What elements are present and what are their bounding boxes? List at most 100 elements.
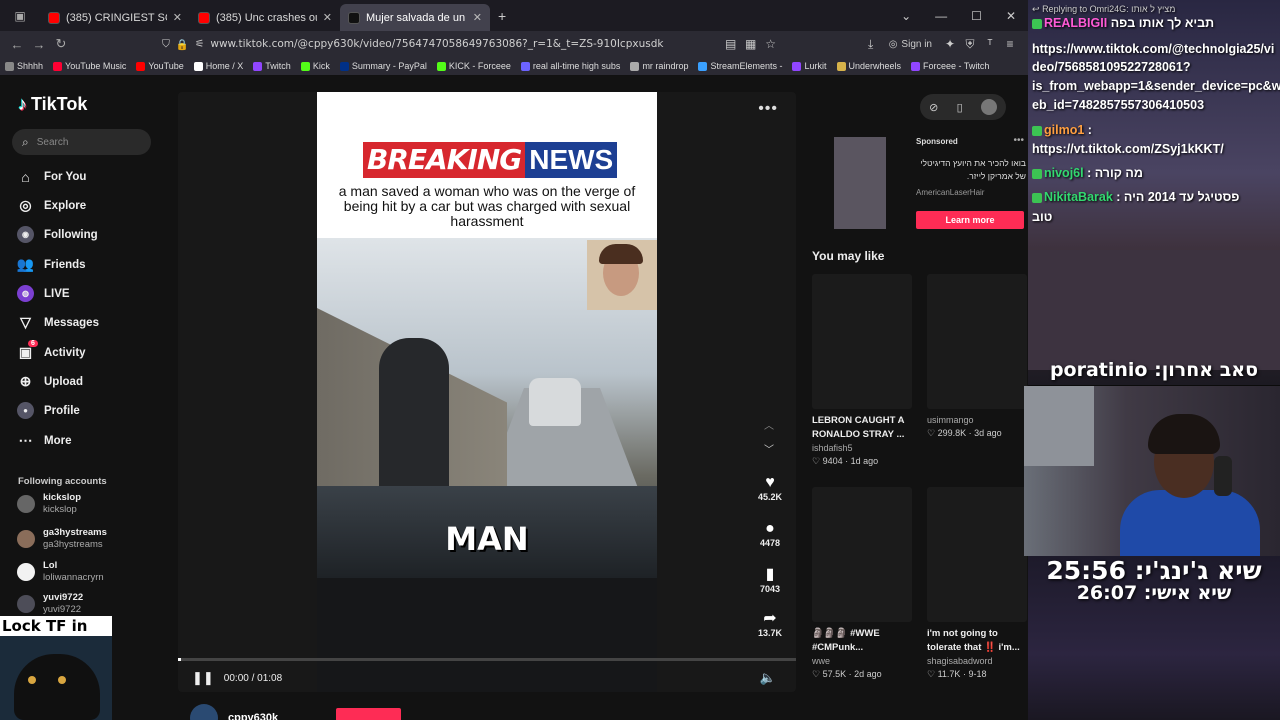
profile-icon: ●	[17, 402, 34, 419]
bookmark-item[interactable]: YouTube Music	[48, 61, 131, 71]
video-thumbnail[interactable]	[927, 274, 1027, 409]
account-names: kickslop kickslop	[43, 492, 81, 516]
translate-icon[interactable]: ᵀ	[980, 37, 1000, 51]
sidebar-item-for-you[interactable]: ⌂ For You	[17, 168, 86, 185]
bookmark-item[interactable]: Shhhh	[0, 61, 48, 71]
recommended-video-card[interactable]: LEBRON CAUGHT A RONALDO STRAY ... ishdafi…	[812, 274, 912, 468]
recommended-video-card[interactable]: i'm not going to tolerate that ‼️ i'm...…	[927, 487, 1027, 681]
download-icon[interactable]: ⤓	[861, 37, 881, 52]
chevron-up-icon[interactable]: ︿	[764, 417, 774, 432]
search-input[interactable]: ⌕ Search	[12, 129, 151, 155]
video-author[interactable]: wwe	[812, 655, 912, 667]
close-tab-icon[interactable]: ✕	[173, 11, 182, 24]
action-share[interactable]: ➦ 13.7K	[758, 608, 782, 638]
avatar[interactable]	[190, 704, 218, 720]
new-tab-button[interactable]: +	[498, 8, 506, 24]
bookmark-item[interactable]: Kick	[296, 61, 335, 71]
progress-bar[interactable]	[178, 658, 796, 661]
learn-more-button[interactable]: Learn more	[916, 211, 1024, 229]
bookmark-item[interactable]: mr raindrop	[625, 61, 693, 71]
menu-icon[interactable]: ≡	[1000, 37, 1020, 51]
compass-icon[interactable]: ⊘	[929, 101, 938, 114]
star-icon[interactable]: ☆	[761, 37, 781, 51]
video-title[interactable]: 🗿🗿🗿 #WWE #CMPunk...	[812, 627, 912, 655]
video-author[interactable]: shagisabadword	[927, 655, 1027, 667]
close-tab-icon[interactable]: ✕	[473, 11, 482, 24]
phone-icon[interactable]: ▯	[957, 101, 963, 114]
following-account[interactable]: ga3hystreams ga3hystreams	[17, 527, 107, 551]
url-field[interactable]: ⛉ 🔒 ⚟ www.tiktok.com/@cppy630k/video/756…	[162, 33, 721, 55]
cat-eye	[28, 676, 36, 684]
sidebar-item-friends[interactable]: 👥 Friends	[17, 256, 86, 273]
video-thumbnail[interactable]	[812, 274, 912, 409]
profile-avatar[interactable]	[980, 99, 997, 115]
sidebar-item-activity[interactable]: ▣ Activity 6	[17, 340, 86, 361]
recommended-video-card[interactable]: 🗿🗿🗿 #WWE #CMPunk... wwe ♡ 57.5K · 2d ago	[812, 487, 912, 681]
sidebar-item-messages[interactable]: ▽ Messages	[17, 314, 99, 331]
permissions-icon[interactable]: ⚟	[195, 38, 204, 50]
video-title[interactable]: i'm not going to tolerate that ‼️ i'm...	[927, 627, 1027, 655]
bookmark-item[interactable]: Lurkit	[787, 61, 831, 71]
video-thumbnail[interactable]	[812, 487, 912, 622]
volume-icon[interactable]: 🔈	[760, 670, 776, 686]
video-author[interactable]: ishdafish5	[812, 442, 912, 454]
video-player[interactable]: BREAKING NEWS a man saved a woman who wa…	[178, 92, 796, 692]
tab-2[interactable]: (385) Unc crashes out for buzzb ✕	[190, 4, 340, 31]
bookmark-item[interactable]: Twitch	[248, 61, 296, 71]
follow-button[interactable]	[336, 708, 401, 720]
bookmark-item[interactable]: YouTube	[131, 61, 188, 71]
sidebar-item-upload[interactable]: ⊕ Upload	[17, 373, 83, 390]
video-title[interactable]: LEBRON CAUGHT A RONALDO STRAY ...	[812, 414, 912, 442]
sidebar-item-live[interactable]: ◍ LIVE	[17, 285, 70, 302]
search-icon: ⌕	[22, 134, 29, 149]
following-account[interactable]: kickslop kickslop	[17, 492, 81, 516]
sidebar-item-explore[interactable]: ◎ Explore	[17, 197, 86, 214]
sidebar-item-following[interactable]: ◉ Following	[17, 226, 98, 243]
sign-in-button[interactable]: ◎ Sign in	[889, 39, 932, 50]
back-icon[interactable]: ←	[6, 37, 28, 52]
list-tabs-icon[interactable]: ⌄	[901, 9, 911, 23]
sidebar-item-more[interactable]: ⋯ More	[17, 432, 72, 449]
action-comment[interactable]: ● 4478	[760, 520, 780, 548]
close-window-icon[interactable]: ✕	[1006, 9, 1016, 23]
shield-icon[interactable]: ⛉	[162, 38, 170, 51]
view-count: 11.7K	[937, 669, 961, 679]
ad-image[interactable]	[834, 137, 886, 229]
reader-icon[interactable]: ▤	[721, 37, 741, 51]
following-account[interactable]: yuvi9722 yuvi9722	[17, 592, 83, 616]
minimize-icon[interactable]: —	[935, 9, 947, 23]
lock-icon: 🔒	[175, 38, 189, 51]
following-account[interactable]: Lol loliwannacryrn	[17, 560, 104, 584]
bookmark-item[interactable]: Forceee - Twitch	[906, 61, 994, 71]
tiktok-logo[interactable]: ♪ TikTok	[18, 94, 87, 115]
bookmark-item[interactable]: StreamElements -	[693, 61, 787, 71]
forward-icon[interactable]: →	[28, 37, 50, 52]
video-author[interactable]: usimmango	[927, 414, 1027, 426]
tab-1[interactable]: (385) CRINGIEST SCHOOL MOM ✕	[40, 4, 190, 31]
sidebar-item-profile[interactable]: ● Profile	[17, 402, 80, 419]
bookmark-item[interactable]: Summary - PayPal	[335, 61, 432, 71]
close-tab-icon[interactable]: ✕	[323, 11, 332, 24]
bookmark-item[interactable]: real all-time high subs	[516, 61, 626, 71]
url-text[interactable]: www.tiktok.com/@cppy630k/video/756474705…	[210, 38, 663, 50]
action-bookmark[interactable]: ▮ 7043	[760, 564, 780, 594]
tab-overview-icon[interactable]: ▣	[0, 9, 40, 23]
pause-icon[interactable]: ❚❚	[192, 670, 214, 686]
maximize-icon[interactable]: ☐	[971, 9, 982, 23]
bookmark-item[interactable]: Underwheels	[832, 61, 907, 71]
recommended-video-card[interactable]: usimmango ♡ 299.8K · 3d ago	[927, 274, 1027, 440]
chevron-down-icon[interactable]: ﹀	[764, 441, 774, 456]
ad-more-icon[interactable]: •••	[1013, 135, 1024, 146]
ublock-icon[interactable]: ⛨	[960, 37, 980, 52]
tab-3[interactable]: Mujer salvada de un accidente ✕	[340, 4, 490, 31]
author-name[interactable]: cppy630k	[228, 712, 278, 720]
extensions-icon[interactable]: ✦	[940, 37, 960, 51]
bookmark-item[interactable]: KICK - Forceee	[432, 61, 516, 71]
reload-icon[interactable]: ↻	[50, 36, 72, 52]
action-heart[interactable]: ♥ 45.2K	[758, 474, 782, 502]
bookmark-item[interactable]: Home / X	[189, 61, 249, 71]
screenshot-icon[interactable]: ▦	[741, 37, 761, 51]
video-frame[interactable]: BREAKING NEWS a man saved a woman who wa…	[317, 92, 657, 692]
more-options-icon[interactable]: •••	[758, 100, 778, 118]
video-thumbnail[interactable]	[927, 487, 1027, 622]
